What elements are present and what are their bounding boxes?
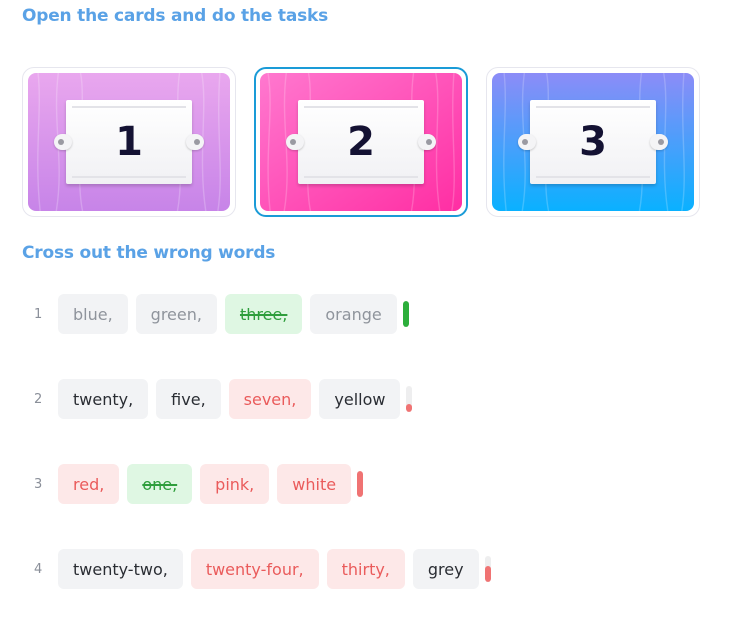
word-chip[interactable]: thirty,	[326, 549, 405, 589]
rivet-icon	[58, 139, 64, 145]
card-1[interactable]: 1	[22, 67, 236, 217]
card-list: 1 2 3	[22, 67, 712, 219]
word-chip[interactable]: pink,	[200, 464, 270, 504]
exercise-heading: Cross out the wrong words	[22, 243, 276, 263]
task-heading: Open the cards and do the tasks	[22, 6, 329, 26]
rivet-icon	[290, 139, 296, 145]
exercise-row: 3 red, one, pink, white	[30, 464, 364, 504]
rivet-icon	[194, 139, 200, 145]
card-face: 1	[28, 73, 230, 211]
card-number: 3	[579, 119, 607, 165]
progress-fill	[357, 471, 364, 497]
row-number: 1	[34, 306, 43, 322]
word-chip[interactable]: red,	[58, 464, 120, 504]
word-chip[interactable]: twenty,	[58, 379, 149, 419]
word-chip[interactable]: blue,	[58, 294, 128, 334]
row-number: 3	[34, 476, 43, 492]
number-plate: 3	[518, 100, 668, 184]
word-chip[interactable]: orange	[310, 294, 397, 334]
word-chip[interactable]: five,	[156, 379, 221, 419]
card-3[interactable]: 3	[486, 67, 700, 217]
progress-fill	[406, 404, 413, 412]
progress-bar	[406, 386, 413, 412]
word-chip[interactable]: yellow	[319, 379, 401, 419]
word-chip[interactable]: twenty-two,	[58, 549, 183, 589]
progress-fill	[402, 301, 409, 327]
number-plate: 2	[286, 100, 436, 184]
word-chip[interactable]: one,	[127, 464, 193, 504]
exercise-row: 4 twenty-two, twenty-four, thirty, grey	[30, 549, 491, 589]
word-chip[interactable]: three,	[224, 294, 303, 334]
word-chip[interactable]: green,	[135, 294, 217, 334]
word-chip[interactable]: seven,	[228, 379, 312, 419]
rivet-icon	[426, 139, 432, 145]
progress-bar	[357, 471, 364, 497]
progress-bar	[484, 556, 491, 582]
card-face: 3	[492, 73, 694, 211]
progress-fill	[484, 566, 491, 582]
row-number: 4	[34, 561, 43, 577]
word-chip[interactable]: white	[277, 464, 352, 504]
exercise-row: 1 blue, green, three, orange	[30, 294, 409, 334]
rivet-icon	[658, 139, 664, 145]
exercise-row: 2 twenty, five, seven, yellow	[30, 379, 413, 419]
row-number: 2	[34, 391, 43, 407]
word-chip[interactable]: twenty-four,	[190, 549, 319, 589]
card-number: 2	[347, 119, 375, 165]
word-chip[interactable]: grey	[412, 549, 479, 589]
card-face: 2	[260, 73, 462, 211]
card-number: 1	[115, 119, 143, 165]
progress-bar	[402, 301, 409, 327]
number-plate: 1	[54, 100, 204, 184]
rivet-icon	[522, 139, 528, 145]
card-2[interactable]: 2	[254, 67, 468, 217]
